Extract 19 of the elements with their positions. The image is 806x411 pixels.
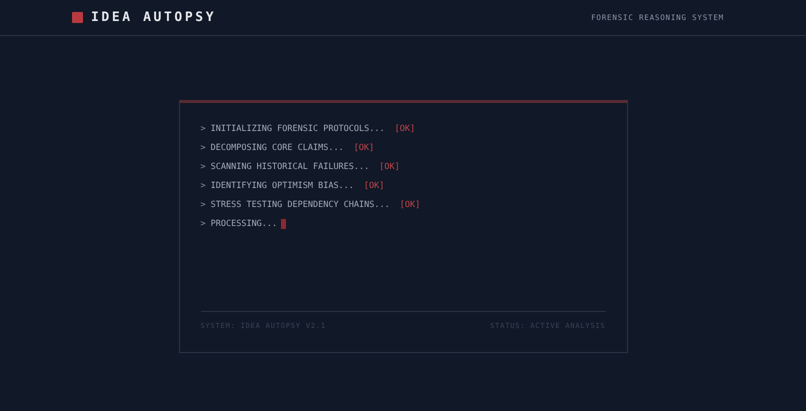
log-text: IDENTIFYING OPTIMISM BIAS... bbox=[210, 181, 354, 191]
log-text: STRESS TESTING DEPENDENCY CHAINS... bbox=[210, 200, 390, 210]
log-text: DECOMPOSING CORE CLAIMS... bbox=[210, 143, 344, 153]
prompt-symbol: > bbox=[200, 219, 206, 229]
ok-status: [OK] bbox=[400, 200, 420, 210]
prompt-symbol: > bbox=[200, 124, 206, 134]
ok-status: [OK] bbox=[394, 124, 416, 134]
log-text: SCANNING HISTORICAL FAILURES... bbox=[210, 162, 370, 172]
ok-status: [OK] bbox=[364, 181, 384, 191]
prompt-symbol: > bbox=[200, 143, 206, 153]
ok-status: [OK] bbox=[354, 143, 374, 153]
app-title: IDEA AUTOPSY bbox=[91, 10, 216, 25]
log-text: INITIALIZING FORENSIC PROTOCOLS... bbox=[210, 124, 385, 134]
ok-status: [OK] bbox=[379, 162, 400, 172]
logo-square-icon bbox=[72, 12, 83, 23]
prompt-symbol: > bbox=[200, 181, 206, 191]
prompt-symbol: > bbox=[200, 162, 206, 172]
prompt-symbol: > bbox=[200, 200, 206, 210]
log-text: PROCESSING... bbox=[210, 219, 278, 229]
